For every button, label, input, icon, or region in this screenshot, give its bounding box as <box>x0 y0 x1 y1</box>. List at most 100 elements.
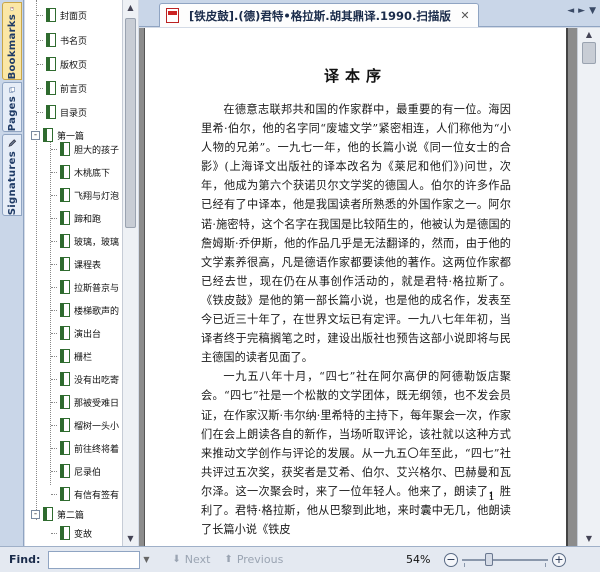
zoom-slider-thumb[interactable] <box>485 553 493 566</box>
page-icon <box>43 507 53 521</box>
page-icon <box>60 372 70 386</box>
bookmark-item[interactable]: 目录页 <box>37 103 87 121</box>
scrollbar-thumb[interactable] <box>125 18 136 228</box>
bookmark-label: 榴树一头小 <box>74 421 120 432</box>
page-icon <box>60 303 70 317</box>
collapse-toggle[interactable]: - <box>31 130 40 140</box>
arrow-up-icon: ⬆ <box>224 554 233 565</box>
bookmark-label: 版权页 <box>60 60 88 71</box>
zoom-out-button[interactable]: − <box>444 552 458 567</box>
bookmark-item[interactable]: 那被受难日 <box>51 393 119 411</box>
document-tab-title: [铁皮鼓].(德)君特•格拉斯.胡其鼎译.1990.扫描版 <box>189 8 451 23</box>
page-body: 在德意志联邦共和国的作家群中，最重要的有一位。海因里希·伯尔，他的名字同“废墟文… <box>201 100 511 539</box>
chapter-heading: 译本序 <box>323 67 387 85</box>
tab-pages[interactable]: Pages <box>2 82 22 132</box>
page-icon <box>60 280 70 294</box>
bookmark-icon <box>10 7 14 11</box>
tab-signatures[interactable]: Signatures <box>2 134 22 216</box>
zoom-in-button[interactable]: + <box>552 552 566 567</box>
page-icon <box>60 188 70 202</box>
bookmark-item[interactable]: 版权页 <box>37 55 87 73</box>
bookmark-label: 玻璃，玻璃 <box>74 237 120 248</box>
bookmark-item[interactable]: 榴树一头小 <box>51 416 119 434</box>
bookmark-item[interactable]: 前言页 <box>37 79 87 97</box>
collapse-toggle[interactable]: - <box>31 509 40 519</box>
bookmark-label: 没有出吃寄 <box>74 375 120 386</box>
scroll-up-arrow-icon[interactable]: ▲ <box>582 29 596 41</box>
bookmark-item[interactable]: 尼录伯 <box>51 462 101 480</box>
tab-prev-icon[interactable]: ◄ <box>567 6 574 16</box>
find-dropdown-icon[interactable]: ▼ <box>140 551 152 569</box>
bookmark-label: 木桃底下 <box>74 168 111 179</box>
bookmark-item[interactable]: 演出台 <box>51 324 101 342</box>
zoom-slider-track[interactable] <box>462 559 548 561</box>
bookmark-item[interactable]: 变故 <box>51 524 92 542</box>
document-tab[interactable]: [铁皮鼓].(德)君特•格拉斯.胡其鼎译.1990.扫描版 ✕ <box>159 3 479 27</box>
bookmark-label: 尼录伯 <box>74 467 102 478</box>
bookmark-item[interactable]: 前往终将着 <box>51 439 119 457</box>
bookmark-item[interactable]: 栅栏 <box>51 347 92 365</box>
find-next-button[interactable]: ⬇ Next <box>172 553 210 566</box>
bookmark-item[interactable]: 拉斯普京与 <box>51 278 119 296</box>
page-icon <box>60 526 70 540</box>
document-page: 译本序 在德意志联邦共和国的作家群中，最重要的有一位。海因里希·伯尔，他的名字同… <box>144 28 568 546</box>
bookmark-label: 课程表 <box>74 260 102 271</box>
bookmark-label: 前言页 <box>60 84 88 95</box>
viewer-scrollbar[interactable]: ▲ ▼ <box>577 28 600 546</box>
page-number: 1 <box>488 490 495 503</box>
page-icon <box>46 8 56 22</box>
scrollbar-thumb[interactable] <box>582 42 596 64</box>
bookmark-label: 书名页 <box>60 36 88 47</box>
find-input[interactable] <box>48 550 141 569</box>
tab-pages-label: Pages <box>6 95 18 131</box>
bookmark-label: 封面页 <box>60 11 88 22</box>
tab-next-icon[interactable]: ► <box>578 6 585 16</box>
paragraph: 在德意志联邦共和国的作家群中，最重要的有一位。海因里希·伯尔，他的名字同“废墟文… <box>201 103 511 365</box>
scroll-down-arrow-icon[interactable]: ▼ <box>582 533 596 545</box>
bookmark-label: 胆大的孩子 <box>74 145 120 156</box>
bookmark-label: 蹄和跑 <box>74 214 102 225</box>
bookmark-item[interactable]: 没有出吃寄 <box>51 370 119 388</box>
document-viewer[interactable]: 译本序 在德意志联邦共和国的作家群中，最重要的有一位。海因里希·伯尔，他的名字同… <box>139 28 577 546</box>
bookmark-item[interactable]: 蹄和跑 <box>51 209 101 227</box>
pages-icon <box>9 87 15 93</box>
close-tab-icon[interactable]: ✕ <box>458 9 472 22</box>
bookmark-item[interactable]: 玻璃，玻璃 <box>51 232 119 250</box>
page-icon <box>60 165 70 179</box>
page-icon <box>46 81 56 95</box>
page-icon <box>60 441 70 455</box>
page-icon <box>60 142 70 156</box>
page-icon <box>60 464 70 478</box>
bookmark-item[interactable]: 木桃底下 <box>51 163 110 181</box>
page-icon <box>46 33 56 47</box>
pen-icon <box>8 139 17 147</box>
page-icon <box>46 57 56 71</box>
arrow-down-icon: ⬇ <box>172 554 181 565</box>
bookmark-item[interactable]: 胆大的孩子 <box>51 140 119 158</box>
tab-list-icon[interactable]: ▼ <box>589 6 596 16</box>
bookmark-item[interactable]: 有信有签有 <box>51 485 119 503</box>
scroll-down-arrow-icon[interactable]: ▼ <box>123 531 138 546</box>
bookmark-item[interactable]: - 第二篇 <box>31 505 84 523</box>
bookmark-item[interactable]: 课程表 <box>51 255 101 273</box>
pdf-file-icon <box>166 8 179 23</box>
bookmarks-scrollbar[interactable]: ▲ ▼ <box>122 0 138 546</box>
bookmark-item[interactable]: 书名页 <box>37 31 87 49</box>
bookmark-label: 栅栏 <box>74 352 93 363</box>
zoom-slider-ticks <box>464 563 546 567</box>
bookmark-label: 第二篇 <box>57 510 85 521</box>
tab-bookmarks[interactable]: Bookmarks <box>2 2 22 80</box>
page-icon <box>60 234 70 248</box>
bookmark-item[interactable]: 飞翔与灯泡 <box>51 186 119 204</box>
bookmark-item[interactable]: 楼梯歌声的 <box>51 301 119 319</box>
bookmark-label: 前往终将着 <box>74 444 120 455</box>
tab-signatures-label: Signatures <box>6 150 18 215</box>
scroll-up-arrow-icon[interactable]: ▲ <box>123 0 138 15</box>
find-previous-button[interactable]: ⬆ Previous <box>224 553 283 566</box>
page-icon <box>60 395 70 409</box>
bookmark-label: 楼梯歌声的 <box>74 306 120 317</box>
bookmark-item[interactable]: 封面页 <box>37 6 87 24</box>
find-label: Find: <box>9 553 41 566</box>
bookmark-label: 演出台 <box>74 329 102 340</box>
bookmark-label: 变故 <box>74 529 93 540</box>
